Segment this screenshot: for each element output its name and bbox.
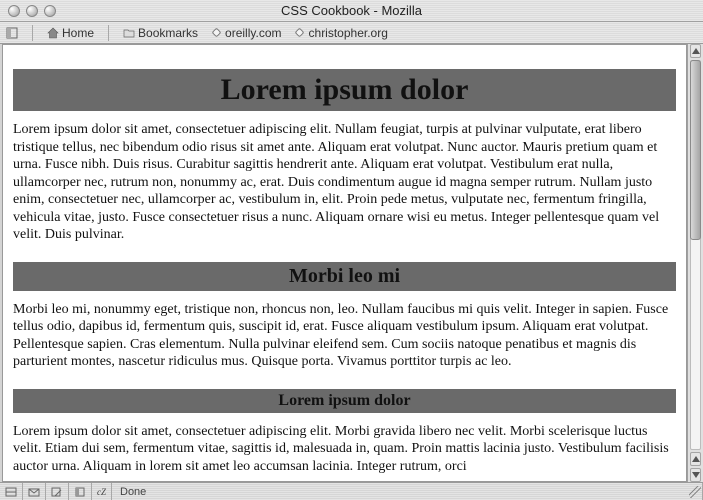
bookmark-link[interactable]: christopher.org bbox=[294, 26, 388, 40]
sidebar-toggle-button[interactable] bbox=[6, 27, 18, 39]
window-title: CSS Cookbook - Mozilla bbox=[0, 3, 703, 18]
page-heading-1: Lorem ipsum dolor bbox=[13, 69, 676, 111]
page-heading-3: Lorem ipsum dolor bbox=[13, 389, 676, 413]
toolbar-separator bbox=[108, 25, 109, 41]
chevron-up-icon bbox=[692, 48, 700, 54]
composer-icon: cZ bbox=[97, 487, 106, 497]
home-button[interactable]: Home bbox=[47, 26, 94, 40]
paragraph: Lorem ipsum dolor sit amet, consectetuer… bbox=[13, 423, 676, 476]
minimize-window-button[interactable] bbox=[26, 5, 38, 17]
home-icon bbox=[47, 27, 59, 39]
home-label: Home bbox=[62, 26, 94, 40]
status-icon-network[interactable] bbox=[0, 483, 23, 500]
folder-icon bbox=[123, 27, 135, 39]
bookmark-link-label: oreilly.com bbox=[225, 26, 281, 40]
scroll-down-button[interactable] bbox=[690, 468, 701, 482]
bookmark-link[interactable]: oreilly.com bbox=[210, 26, 281, 40]
bookmark-link-label: christopher.org bbox=[309, 26, 388, 40]
zoom-window-button[interactable] bbox=[44, 5, 56, 17]
toolbar-separator bbox=[32, 25, 33, 41]
bookmark-icon bbox=[294, 27, 306, 39]
page-heading-2: Morbi leo mi bbox=[13, 262, 676, 291]
bookmarks-label: Bookmarks bbox=[138, 26, 198, 40]
vertical-scrollbar[interactable] bbox=[687, 44, 703, 482]
scroll-up-button[interactable] bbox=[690, 44, 701, 58]
status-icon-compose[interactable] bbox=[46, 483, 69, 500]
status-icon-composer[interactable]: cZ bbox=[92, 483, 112, 500]
status-text: Done bbox=[120, 486, 146, 498]
close-window-button[interactable] bbox=[8, 5, 20, 17]
bookmark-icon bbox=[210, 27, 222, 39]
status-message-area: Done bbox=[112, 483, 703, 500]
paragraph: Lorem ipsum dolor sit amet, consectetuer… bbox=[13, 121, 676, 244]
status-bar: cZ Done bbox=[0, 482, 703, 500]
content-viewport: Lorem ipsum dolor Lorem ipsum dolor sit … bbox=[2, 44, 687, 482]
scrollbar-thumb[interactable] bbox=[690, 60, 701, 240]
window-titlebar: CSS Cookbook - Mozilla bbox=[0, 0, 703, 22]
chevron-up-icon bbox=[692, 456, 700, 462]
bookmarks-toolbar: Home Bookmarks oreilly.com christopher.o… bbox=[0, 22, 703, 44]
paragraph: Morbi leo mi, nonummy eget, tristique no… bbox=[13, 301, 676, 371]
chevron-down-icon bbox=[692, 472, 700, 478]
page-body: Lorem ipsum dolor Lorem ipsum dolor sit … bbox=[3, 45, 686, 475]
window-resize-handle[interactable] bbox=[689, 486, 701, 498]
status-icon-addressbook[interactable] bbox=[69, 483, 92, 500]
scroll-up-button-lower[interactable] bbox=[690, 452, 701, 466]
bookmarks-folder-button[interactable]: Bookmarks bbox=[123, 26, 198, 40]
status-icon-mail[interactable] bbox=[23, 483, 46, 500]
window-controls bbox=[0, 5, 56, 17]
